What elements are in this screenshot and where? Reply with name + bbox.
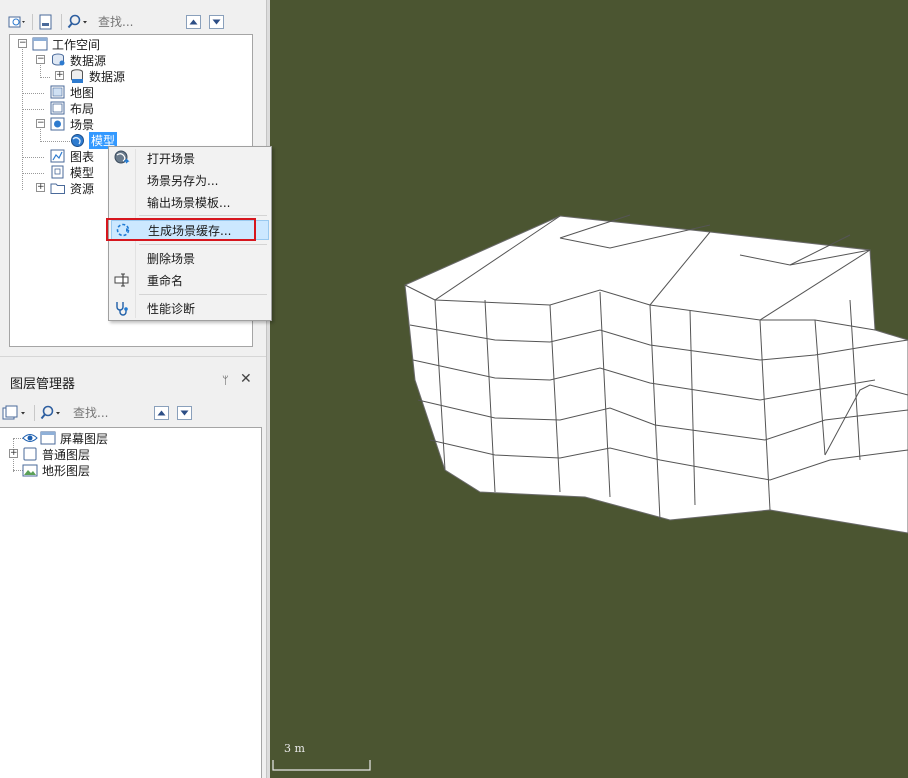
screen-layer-icon [40,431,56,445]
search-icon[interactable] [39,404,63,422]
layer-terrain[interactable]: 地形图层 [22,462,90,478]
layer-manager-header: 图层管理器 ᛘ ✕ [0,362,266,400]
tree-connector [22,93,44,94]
chart-icon [50,149,65,163]
scale-bar [272,760,371,771]
menu-item-label: 删除场景 [147,251,196,266]
layer-screen[interactable]: 屏幕图层 [22,430,108,446]
expand-resources-toggle[interactable]: + [36,183,45,192]
layer-normal[interactable]: 普通图层 [22,446,90,462]
menu-separator [139,294,267,295]
menu-item-open-scene[interactable]: 打开场景 [111,148,269,168]
layout-icon [50,101,65,115]
tree-node-charts[interactable]: 图表 [50,148,94,164]
save-workspace-icon[interactable] [37,13,55,31]
stethoscope-icon [111,298,133,318]
search-previous-button[interactable] [154,406,169,420]
normal-layer-icon [23,447,37,461]
layer-tree: + 屏幕图层 普通图层 地形图层 [0,427,262,778]
collapse-scenes-toggle[interactable]: − [36,119,45,128]
layer-search-input[interactable] [73,406,145,420]
collapse-datasources-toggle[interactable]: − [36,55,45,64]
scene-view[interactable]: 3 m [270,0,908,778]
collapse-workspace-toggle[interactable]: − [18,39,27,48]
menu-separator [139,244,267,245]
menu-item-label: 打开场景 [147,151,196,166]
tree-connector [22,47,23,190]
menu-item-label: 性能诊断 [147,301,196,316]
menu-item-label: 重命名 [147,273,184,288]
search-icon[interactable] [66,13,90,31]
tree-node-models[interactable]: 模型 [50,164,94,180]
rename-icon [111,270,133,290]
tree-node-maps[interactable]: 地图 [50,84,94,100]
tree-node-resources[interactable]: 资源 [50,180,94,196]
map-icon [50,85,65,99]
database-icon [71,68,83,83]
visibility-eye-icon[interactable] [22,432,38,444]
highlight-annotation-box [106,218,256,241]
tree-node-label: 模型 [70,165,95,180]
open-workspace-icon[interactable] [8,13,26,31]
expand-normal-layers-toggle[interactable]: + [9,449,18,458]
tree-node-label: 地图 [70,85,95,100]
search-next-button[interactable] [209,15,224,29]
layer-label: 地形图层 [42,463,91,478]
expand-datasource-toggle[interactable]: + [55,71,64,80]
tree-node-datasource[interactable]: 数据源 [69,68,125,84]
menu-item-label: 输出场景模板... [147,195,231,210]
scene-group-icon [50,117,65,131]
tree-node-label: 场景 [70,117,95,132]
layer-toolbar [2,401,192,425]
tree-connector [22,157,44,158]
tree-node-label: 图表 [70,149,95,164]
globe-icon [71,133,84,147]
workspace-toolbar [8,10,224,34]
toolbar-separator [32,14,33,30]
terrain-layer-icon [22,464,38,477]
menu-item-performance-diagnosis[interactable]: 性能诊断 [111,298,269,318]
toolbar-separator [61,14,62,30]
scale-bar-label: 3 m [284,742,305,755]
menu-item-rename[interactable]: 重命名 [111,270,269,290]
menu-item-export-scene-template[interactable]: 输出场景模板... [111,192,269,212]
tree-connector [40,63,41,78]
left-panels: − − + − + 工作空间 数据源 数据源 地图 布局 场景 [0,0,266,778]
tree-node-label: 数据源 [89,69,126,84]
tree-node-label: 数据源 [70,53,107,68]
tree-connector [22,173,44,174]
tree-node-label: 工作空间 [52,37,101,52]
layer-label: 普通图层 [42,447,91,462]
search-next-button[interactable] [177,406,192,420]
layer-manager-title: 图层管理器 [10,377,76,392]
menu-item-delete-scene[interactable]: 删除场景 [111,248,269,268]
tree-node-label: 资源 [70,181,95,196]
building-model [404,214,908,534]
tree-node-layouts[interactable]: 布局 [50,100,94,116]
add-layer-icon[interactable] [2,404,28,422]
workspace-icon [32,37,48,51]
menu-separator [139,215,267,216]
toolbar-separator [34,405,35,421]
model-icon [51,165,64,179]
datasource-group-icon [52,53,65,66]
menu-item-save-scene-as[interactable]: 场景另存为... [111,170,269,190]
tree-connector [22,109,44,110]
menu-item-label: 场景另存为... [147,173,219,188]
tree-node-workspace[interactable]: 工作空间 [32,36,100,52]
tree-connector [40,127,41,142]
tree-connector [40,77,50,78]
globe-open-icon [111,148,133,168]
tree-node-scenes[interactable]: 场景 [50,116,94,132]
layer-label: 屏幕图层 [60,431,109,446]
folder-icon [50,183,65,194]
tree-connector [40,141,70,142]
search-previous-button[interactable] [186,15,201,29]
workspace-search-input[interactable] [98,15,178,29]
tree-node-label: 布局 [70,101,95,116]
close-icon[interactable]: ✕ [240,371,252,387]
tree-node-datasources[interactable]: 数据源 [50,52,106,68]
pin-icon[interactable]: ᛘ [222,374,229,387]
